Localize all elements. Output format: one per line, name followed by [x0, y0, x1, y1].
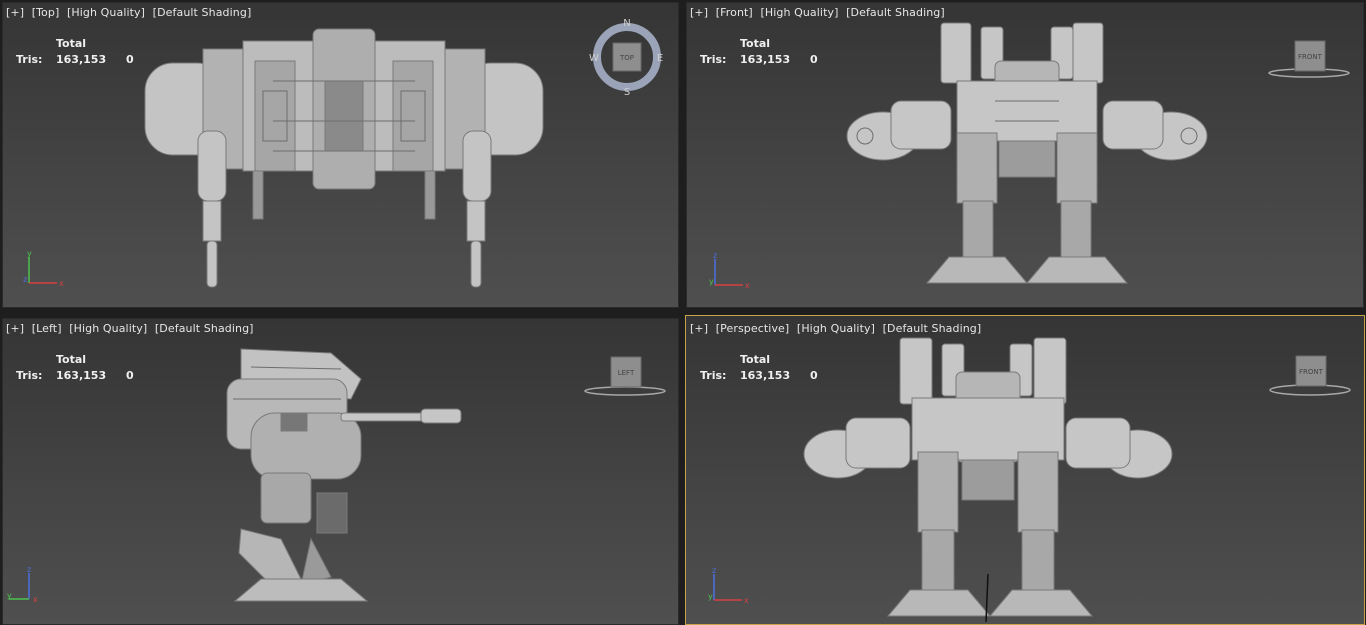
stats-tris-total: 163,153	[56, 369, 107, 382]
stats-tris-total: 163,153	[56, 53, 107, 66]
compass-w: W	[589, 53, 599, 64]
viewport-shading[interactable]: [Default Shading]	[155, 322, 254, 335]
viewcube-face-label: FRONT	[1298, 53, 1323, 61]
viewcube-perspective[interactable]: FRONT	[1268, 352, 1352, 400]
mech-model-front[interactable]	[845, 21, 1209, 291]
viewport-quality[interactable]: [High Quality]	[69, 322, 147, 335]
viewcube-front[interactable]: FRONT	[1267, 35, 1351, 83]
svg-text:z: z	[23, 275, 27, 284]
svg-text:y: y	[708, 592, 713, 601]
stats-total-label: Total	[740, 37, 771, 50]
viewport-quality[interactable]: [High Quality]	[797, 322, 875, 335]
viewport-label[interactable]: [+] [Perspective] [High Quality] [Defaul…	[690, 322, 985, 335]
viewport-quality[interactable]: [High Quality]	[67, 6, 145, 19]
stats-tris-total: 163,153	[740, 53, 791, 66]
viewport-menu-plus[interactable]: [+]	[690, 322, 708, 335]
svg-text:x: x	[59, 279, 64, 288]
stats-total-label: Total	[56, 353, 87, 366]
viewport-label[interactable]: [+] [Left] [High Quality] [Default Shadi…	[6, 322, 258, 335]
viewport-point-of-view[interactable]: [Left]	[32, 322, 62, 335]
stats-tris-selected: 0	[810, 53, 818, 66]
viewcube-compass[interactable]: TOP N S E W	[587, 17, 667, 97]
svg-text:z: z	[713, 251, 717, 260]
viewport-shading[interactable]: [Default Shading]	[153, 6, 252, 19]
viewport-label[interactable]: [+] [Top] [High Quality] [Default Shadin…	[6, 6, 255, 19]
axis-tripod: z y x	[709, 251, 750, 290]
viewport-perspective[interactable]: [+] [Perspective] [High Quality] [Defaul…	[685, 315, 1365, 625]
viewport-grid: [+] [Top] [High Quality] [Default Shadin…	[0, 0, 1366, 625]
svg-text:z: z	[712, 566, 716, 575]
viewport-point-of-view[interactable]: [Front]	[716, 6, 753, 19]
axis-tripod: z y x	[708, 566, 749, 605]
viewport-shading[interactable]: [Default Shading]	[883, 322, 982, 335]
stats-tris-label: Tris:	[700, 369, 727, 382]
svg-text:y: y	[709, 277, 714, 286]
svg-text:x: x	[745, 281, 750, 290]
compass-e: E	[657, 53, 663, 64]
viewport-menu-plus[interactable]: [+]	[690, 6, 708, 19]
viewcube-left[interactable]: LEFT	[583, 353, 667, 401]
viewport-point-of-view[interactable]: [Top]	[32, 6, 60, 19]
viewport-menu-plus[interactable]: [+]	[6, 6, 24, 19]
axis-tripod: z y x	[7, 565, 38, 604]
mech-model-left[interactable]	[221, 339, 467, 607]
viewport-menu-plus[interactable]: [+]	[6, 322, 24, 335]
svg-text:y: y	[7, 591, 12, 600]
stats-tris-label: Tris:	[16, 369, 43, 382]
svg-text:x: x	[744, 596, 749, 605]
stats-total-label: Total	[740, 353, 771, 366]
stats-tris-total: 163,153	[740, 369, 791, 382]
svg-text:x: x	[33, 595, 38, 604]
compass-n: N	[623, 18, 630, 29]
viewport-quality[interactable]: [High Quality]	[760, 6, 838, 19]
mech-model-top[interactable]	[143, 21, 545, 291]
viewport-top[interactable]: [+] [Top] [High Quality] [Default Shadin…	[2, 2, 679, 308]
viewcube-face-label: LEFT	[618, 369, 635, 377]
viewport-label[interactable]: [+] [Front] [High Quality] [Default Shad…	[690, 6, 949, 19]
viewport-left[interactable]: [+] [Left] [High Quality] [Default Shadi…	[2, 318, 679, 625]
viewcube-face-label: FRONT	[1299, 368, 1324, 376]
svg-text:z: z	[27, 565, 31, 574]
viewport-front[interactable]: [+] [Front] [High Quality] [Default Shad…	[686, 2, 1364, 308]
stats-tris-selected: 0	[126, 369, 134, 382]
stats-tris-label: Tris:	[700, 53, 727, 66]
viewport-shading[interactable]: [Default Shading]	[846, 6, 945, 19]
stats-total-label: Total	[56, 37, 87, 50]
viewport-point-of-view[interactable]: [Perspective]	[716, 322, 790, 335]
axis-tripod: y z x	[23, 249, 64, 288]
compass-s: S	[624, 87, 630, 97]
stats-tris-label: Tris:	[16, 53, 43, 66]
stats-tris-selected: 0	[126, 53, 134, 66]
svg-text:y: y	[27, 249, 32, 258]
viewcube-face-label: TOP	[619, 54, 634, 62]
mech-model-perspective[interactable]	[802, 336, 1174, 624]
